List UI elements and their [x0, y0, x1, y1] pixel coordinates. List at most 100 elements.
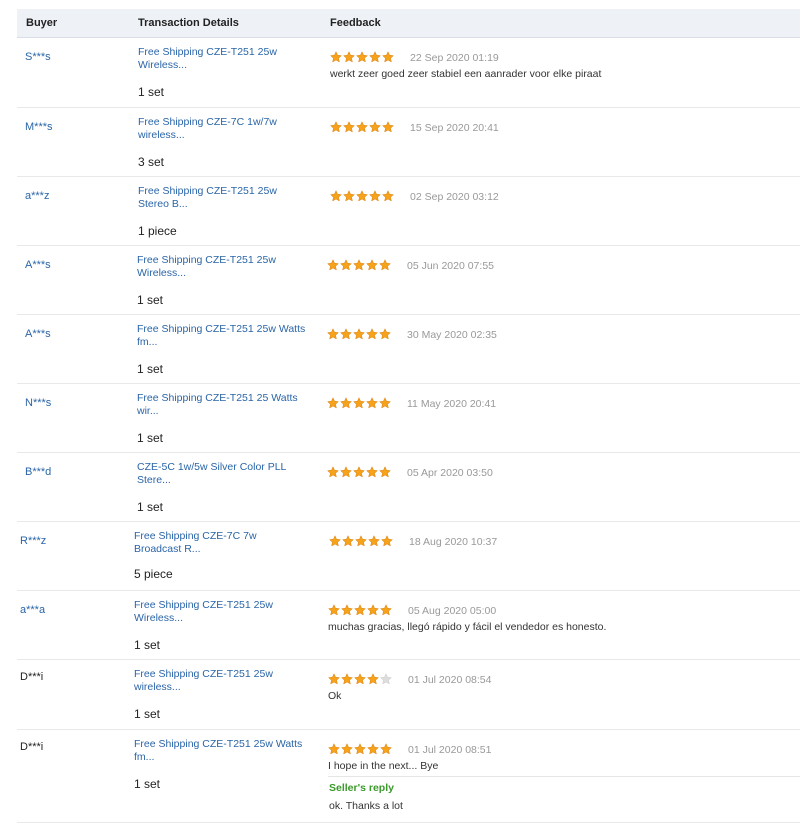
buyer-name[interactable]: S***s: [25, 51, 51, 63]
feedback-comment: I hope in the next... Bye: [328, 760, 439, 772]
star-filled-icon: [366, 397, 378, 409]
star-filled-icon: [327, 397, 339, 409]
buyer-column-header: Buyer: [26, 17, 58, 29]
buyer-name[interactable]: a***z: [25, 190, 49, 202]
product-link[interactable]: Free Shipping CZE-T251 25w wireless...: [134, 668, 304, 694]
star-filled-icon: [356, 190, 368, 202]
star-filled-icon: [367, 673, 379, 685]
feedback-comment: Ok: [328, 690, 342, 702]
buyer-name[interactable]: M***s: [25, 121, 53, 133]
star-filled-icon: [380, 743, 392, 755]
star-rating: [328, 743, 392, 755]
star-filled-icon: [366, 328, 378, 340]
star-filled-icon: [343, 51, 355, 63]
star-filled-icon: [356, 121, 368, 133]
star-filled-icon: [369, 190, 381, 202]
product-link[interactable]: Free Shipping CZE-7C 7w Broadcast R...: [134, 530, 304, 556]
feedback-date: 05 Aug 2020 05:00: [408, 605, 497, 617]
buyer-name[interactable]: B***d: [25, 466, 51, 478]
product-link[interactable]: Free Shipping CZE-7C 1w/7w wireless...: [138, 116, 308, 142]
feedback-date: 22 Sep 2020 01:19: [410, 52, 499, 64]
quantity: 1 set: [134, 707, 161, 721]
star-filled-icon: [328, 673, 340, 685]
feedback-date: 18 Aug 2020 10:37: [409, 536, 498, 548]
feedback-row: D***i Free Shipping CZE-T251 25w wireless…: [17, 659, 800, 730]
quantity: 1 set: [138, 85, 165, 99]
buyer-name[interactable]: R***z: [20, 535, 46, 547]
star-filled-icon: [381, 535, 393, 547]
star-filled-icon: [353, 259, 365, 271]
star-filled-icon: [353, 328, 365, 340]
quantity: 5 piece: [134, 567, 173, 581]
star-filled-icon: [379, 466, 391, 478]
star-filled-icon: [356, 51, 368, 63]
feedback-row: B***d CZE-5C 1w/5w Silver Color PLL Stere…: [17, 452, 800, 522]
star-filled-icon: [379, 259, 391, 271]
star-filled-icon: [366, 466, 378, 478]
star-filled-icon: [354, 743, 366, 755]
star-filled-icon: [341, 673, 353, 685]
star-rating: [327, 328, 391, 340]
star-filled-icon: [354, 673, 366, 685]
star-filled-icon: [367, 604, 379, 616]
star-filled-icon: [330, 51, 342, 63]
star-filled-icon: [343, 190, 355, 202]
quantity: 1 set: [137, 431, 164, 445]
feedback-row: A***s Free Shipping CZE-T251 25w Watts fm…: [17, 314, 800, 384]
buyer-name[interactable]: A***s: [25, 328, 51, 340]
feedback-date: 05 Apr 2020 03:50: [407, 467, 493, 479]
star-filled-icon: [340, 397, 352, 409]
star-rating: [327, 397, 391, 409]
star-filled-icon: [367, 743, 379, 755]
star-filled-icon: [329, 535, 341, 547]
feedback-date: 11 May 2020 20:41: [407, 398, 497, 410]
quantity: 3 set: [138, 155, 165, 169]
feedback-row: R***z Free Shipping CZE-7C 7w Broadcast R…: [17, 521, 800, 591]
feedback-column-header: Feedback: [330, 17, 381, 29]
star-rating: [328, 673, 392, 685]
product-link[interactable]: CZE-5C 1w/5w Silver Color PLL Stere...: [137, 461, 307, 487]
star-empty-icon: [380, 673, 392, 685]
star-filled-icon: [353, 466, 365, 478]
feedback-date: 05 Jun 2020 07:55: [407, 260, 494, 272]
star-filled-icon: [353, 397, 365, 409]
star-rating: [330, 51, 394, 63]
star-filled-icon: [369, 51, 381, 63]
product-link[interactable]: Free Shipping CZE-T251 25w Watts fm...: [134, 738, 304, 764]
feedback-date: 01 Jul 2020 08:51: [408, 744, 492, 756]
star-rating: [327, 259, 391, 271]
feedback-row: N***s Free Shipping CZE-T251 25 Watts wir…: [17, 383, 800, 453]
product-link[interactable]: Free Shipping CZE-T251 25w Wireless...: [138, 46, 308, 72]
feedback-row: D***i Free Shipping CZE-T251 25w Watts fm…: [17, 729, 800, 823]
buyer-name[interactable]: N***s: [25, 397, 51, 409]
product-link[interactable]: Free Shipping CZE-T251 25w Stereo B...: [138, 185, 308, 211]
product-link[interactable]: Free Shipping CZE-T251 25w Wireless...: [137, 254, 307, 280]
star-filled-icon: [330, 121, 342, 133]
quantity: 1 set: [137, 500, 164, 514]
buyer-name: D***i: [20, 671, 44, 683]
star-filled-icon: [382, 190, 394, 202]
feedback-row: a***z Free Shipping CZE-T251 25w Stereo B…: [17, 176, 800, 246]
star-filled-icon: [330, 190, 342, 202]
product-link[interactable]: Free Shipping CZE-T251 25 Watts wir...: [137, 392, 307, 418]
star-filled-icon: [355, 535, 367, 547]
star-filled-icon: [327, 328, 339, 340]
buyer-name[interactable]: a***a: [20, 604, 45, 616]
product-link[interactable]: Free Shipping CZE-T251 25w Watts fm...: [137, 323, 307, 349]
transaction-details-column-header: Transaction Details: [138, 17, 239, 29]
star-filled-icon: [328, 604, 340, 616]
star-filled-icon: [382, 121, 394, 133]
buyer-name[interactable]: A***s: [25, 259, 51, 271]
quantity: 1 set: [134, 777, 161, 791]
star-filled-icon: [340, 259, 352, 271]
star-filled-icon: [382, 51, 394, 63]
reply-divider: [328, 776, 800, 777]
feedback-comment: werkt zeer goed zeer stabiel een aanrade…: [330, 68, 602, 80]
star-rating: [330, 121, 394, 133]
product-link[interactable]: Free Shipping CZE-T251 25w Wireless...: [134, 599, 304, 625]
star-filled-icon: [379, 328, 391, 340]
feedback-row: S***s Free Shipping CZE-T251 25w Wireless…: [17, 37, 800, 108]
star-filled-icon: [354, 604, 366, 616]
star-filled-icon: [369, 121, 381, 133]
feedback-date: 15 Sep 2020 20:41: [410, 122, 499, 134]
